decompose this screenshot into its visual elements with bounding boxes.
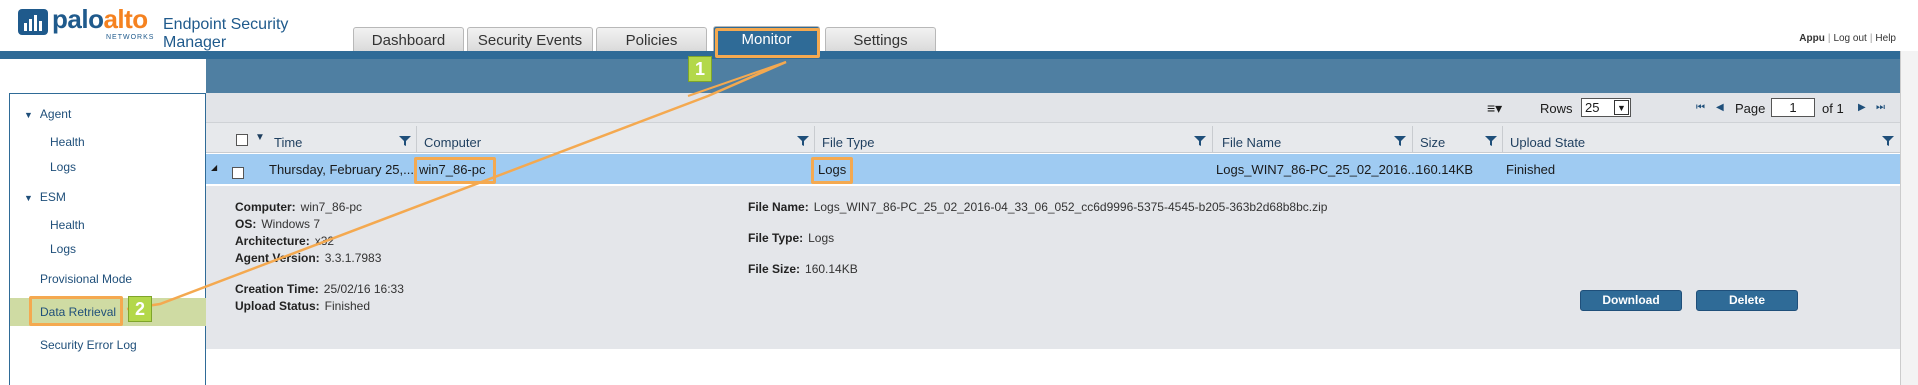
- annotation-marker-1: 1: [688, 56, 712, 82]
- delete-button[interactable]: Delete: [1696, 290, 1798, 311]
- filter-icon[interactable]: [1394, 136, 1406, 146]
- dropdown-arrow-icon: ▼: [1614, 100, 1629, 115]
- highlight-monitor-tab: [715, 28, 820, 58]
- header-band: [0, 51, 1900, 59]
- cell-size: 160.14KB: [1416, 162, 1474, 177]
- detail-agent-version: Agent Version: 3.3.1.7983: [235, 251, 382, 265]
- detail-upload-status: Upload Status: Finished: [235, 299, 371, 313]
- caret-down-icon: ▼: [24, 193, 33, 203]
- filter-icon[interactable]: [1194, 136, 1206, 146]
- column-header-upload-state[interactable]: Upload State: [1510, 135, 1585, 150]
- highlight-file-type-cell: [811, 157, 853, 184]
- sidebar-group-agent[interactable]: ▼ Agent: [24, 107, 71, 121]
- grid-toolbar: ≡▾ Rows 25 ▼ ⏮ ◀ Page 1 of 1 ▶ ⏭: [206, 93, 1900, 123]
- content-header-band: [206, 59, 1900, 93]
- sidebar-item-agent-logs[interactable]: Logs: [50, 160, 76, 174]
- logo-mark-icon: [18, 9, 48, 35]
- brand-name: paloalto: [52, 4, 148, 34]
- palo-alto-logo: paloalto NETWORKS Endpoint Security Mana…: [18, 4, 338, 51]
- column-header-file-type[interactable]: File Type: [822, 135, 875, 150]
- detail-os: OS: Windows 7: [235, 217, 321, 231]
- column-header-size[interactable]: Size: [1420, 135, 1445, 150]
- user-links: Appu | Log out | Help: [1799, 33, 1896, 44]
- annotation-marker-2: 2: [128, 296, 152, 322]
- cell-upload-state: Finished: [1506, 162, 1556, 177]
- page-of-label: of 1: [1822, 101, 1844, 116]
- detail-creation-time: Creation Time: 25/02/16 16:33: [235, 282, 404, 296]
- product-title: Endpoint Security Manager: [163, 16, 289, 51]
- download-button[interactable]: Download: [1580, 290, 1682, 311]
- select-all-checkbox[interactable]: [236, 134, 248, 146]
- user-name: Appu: [1799, 33, 1825, 44]
- detail-file-type: File Type: Logs: [748, 231, 835, 245]
- highlight-computer-cell: [414, 157, 496, 184]
- first-page-icon[interactable]: ⏮: [1696, 102, 1705, 113]
- rows-label: Rows: [1540, 101, 1573, 116]
- caret-down-icon: ▼: [24, 110, 33, 120]
- help-link[interactable]: Help: [1875, 33, 1896, 44]
- sidebar-item-provisional-mode[interactable]: Provisional Mode: [40, 272, 132, 286]
- page-input[interactable]: 1: [1771, 98, 1815, 117]
- sidebar-item-esm-logs[interactable]: Logs: [50, 242, 76, 256]
- next-page-icon[interactable]: ▶: [1858, 102, 1866, 113]
- expand-caret-icon[interactable]: ◢: [211, 163, 217, 172]
- table-header: ▼ Time Computer File Type File Name Size…: [206, 123, 1900, 153]
- filter-icon[interactable]: [1485, 136, 1497, 146]
- sidebar-item-esm-health[interactable]: Health: [50, 218, 85, 232]
- brand-networks: NETWORKS: [106, 34, 155, 41]
- tab-settings[interactable]: Settings: [825, 27, 936, 52]
- column-header-computer[interactable]: Computer: [424, 135, 481, 150]
- detail-file-size: File Size: 160.14KB: [748, 262, 858, 276]
- tab-dashboard[interactable]: Dashboard: [353, 27, 464, 52]
- sidebar-group-esm[interactable]: ▼ ESM: [24, 190, 66, 204]
- column-header-time[interactable]: Time: [274, 135, 302, 150]
- last-page-icon[interactable]: ⏭: [1876, 102, 1885, 113]
- column-menu-icon[interactable]: ≡▾: [1487, 100, 1502, 117]
- filter-icon[interactable]: [1882, 136, 1894, 146]
- filter-icon[interactable]: [797, 136, 809, 146]
- row-checkbox[interactable]: [232, 167, 244, 179]
- cell-time: Thursday, February 25,...: [269, 162, 414, 177]
- tab-security-events[interactable]: Security Events: [467, 27, 593, 52]
- sort-desc-icon[interactable]: ▼: [255, 132, 265, 143]
- highlight-data-retrieval: [29, 296, 123, 326]
- sidebar-item-agent-health[interactable]: Health: [50, 135, 85, 149]
- rows-select[interactable]: 25 ▼: [1581, 98, 1631, 117]
- sidebar-item-security-error-log[interactable]: Security Error Log: [40, 338, 137, 352]
- tab-policies[interactable]: Policies: [596, 27, 707, 52]
- detail-computer: Computer: win7_86-pc: [235, 200, 363, 214]
- column-header-file-name[interactable]: File Name: [1222, 135, 1281, 150]
- detail-file-name: File Name: Logs_WIN7_86-PC_25_02_2016-04_…: [748, 200, 1328, 214]
- page-label: Page: [1735, 101, 1766, 116]
- filter-icon[interactable]: [399, 136, 411, 146]
- detail-architecture: Architecture: x32: [235, 234, 335, 248]
- cell-file-name: Logs_WIN7_86-PC_25_02_2016...: [1216, 162, 1419, 177]
- logout-link[interactable]: Log out: [1833, 33, 1866, 44]
- prev-page-icon[interactable]: ◀: [1716, 102, 1724, 113]
- page-scrollbar[interactable]: [1900, 51, 1918, 385]
